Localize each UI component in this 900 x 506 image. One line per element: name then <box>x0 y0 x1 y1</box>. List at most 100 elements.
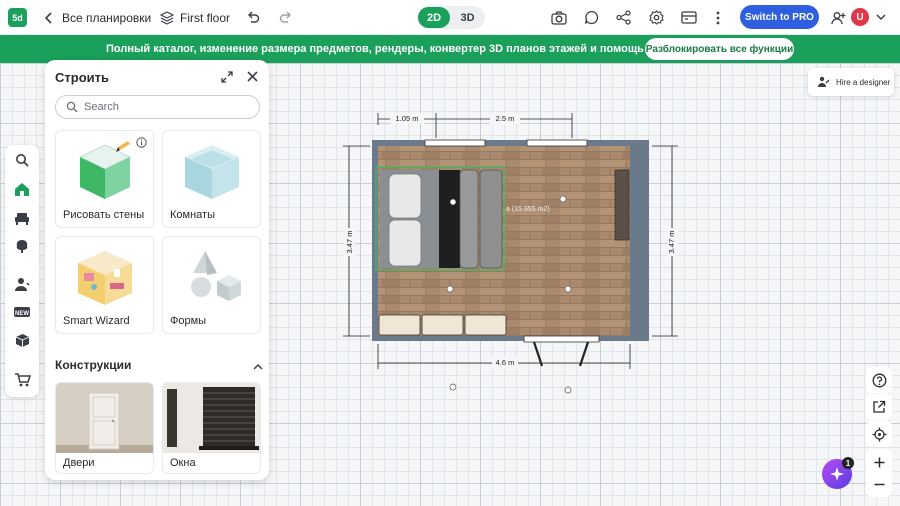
undo-button[interactable] <box>246 0 260 35</box>
promo-banner: Полный каталог, изменение размера предме… <box>0 35 900 63</box>
chat-button[interactable] <box>584 0 599 35</box>
app-logo[interactable]: 5d <box>8 8 27 27</box>
dim-right-label: 3.47 m <box>667 231 676 254</box>
doors-card[interactable]: Двери <box>55 382 154 474</box>
smart-wizard-card[interactable]: Smart Wizard <box>55 236 154 334</box>
invite-user-button[interactable] <box>831 0 846 35</box>
floor-selector[interactable]: First floor <box>160 0 230 35</box>
card-label: Smart Wizard <box>63 315 130 327</box>
draw-walls-illustration <box>79 141 131 199</box>
open-external-button[interactable] <box>866 394 892 420</box>
chevron-down-icon <box>876 14 886 21</box>
dim-bottom-label: 4.6 m <box>496 358 515 367</box>
expand-panel-button[interactable] <box>221 71 233 86</box>
window-bottom[interactable] <box>523 335 600 343</box>
tree-icon <box>15 239 29 254</box>
sidebar-people[interactable] <box>11 273 33 295</box>
redo-icon <box>279 11 293 25</box>
pillow-top[interactable] <box>388 173 422 219</box>
zoom-out-button[interactable] <box>866 471 892 497</box>
promo-text: Полный каталог, изменение размера предме… <box>106 43 663 55</box>
more-button[interactable] <box>716 0 720 35</box>
wall-handle[interactable] <box>449 383 457 391</box>
account-menu-button[interactable] <box>876 0 886 35</box>
chat-icon <box>584 10 599 25</box>
search-input[interactable] <box>84 99 254 115</box>
sidebar-build[interactable] <box>11 178 33 200</box>
card-label: Рисовать стены <box>63 209 145 221</box>
search-icon <box>66 101 78 113</box>
share-button[interactable] <box>616 0 631 35</box>
selection-handle[interactable] <box>449 198 457 206</box>
view-mode-toggle: 2D 3D <box>417 6 485 29</box>
room-handle[interactable] <box>564 285 572 293</box>
close-icon <box>247 71 258 82</box>
panel-title: Строить <box>55 70 109 85</box>
door-photo <box>56 383 153 453</box>
shapes-card[interactable]: Формы <box>162 236 261 334</box>
help-button[interactable] <box>866 367 892 393</box>
back-icon <box>42 11 56 24</box>
person-icon <box>14 277 30 291</box>
room-area-label: а (15.955 m2) <box>506 206 550 213</box>
cushion-right[interactable] <box>479 169 503 269</box>
unlock-features-button[interactable]: Разблокировать все функции <box>645 38 794 60</box>
floor-label: First floor <box>180 10 231 25</box>
windows-card[interactable]: Окна <box>162 382 261 474</box>
card-label: Двери <box>63 457 95 469</box>
share-icon <box>616 10 631 25</box>
wall-handle[interactable] <box>564 386 572 394</box>
zoom-out-icon <box>874 483 885 486</box>
ticket-icon <box>681 11 697 24</box>
sidebar-shop[interactable] <box>11 368 33 390</box>
view-2d-button[interactable]: 2D <box>418 7 450 28</box>
layers-icon <box>160 10 174 25</box>
cushion-left[interactable] <box>459 169 479 269</box>
ticket-button[interactable] <box>681 0 697 35</box>
camera-button[interactable] <box>551 0 567 35</box>
smart-wizard-illustration <box>78 251 132 305</box>
room-handle[interactable] <box>559 195 567 203</box>
locate-icon <box>872 427 887 442</box>
zoom-in-icon <box>874 457 885 468</box>
info-icon[interactable] <box>136 137 147 151</box>
user-avatar[interactable]: U <box>851 8 869 26</box>
sidebar-new[interactable]: NEW <box>11 301 33 323</box>
sidebar-exterior[interactable] <box>11 235 33 257</box>
sidebar-furniture[interactable] <box>11 207 33 229</box>
bench-1[interactable] <box>378 314 421 336</box>
back-to-plans-button[interactable]: Все планировки <box>42 0 151 35</box>
locate-button[interactable] <box>866 421 892 447</box>
wall-cabinet[interactable] <box>614 169 630 241</box>
sidebar-search[interactable] <box>11 149 33 171</box>
hire-designer-button[interactable]: Hire a designer <box>808 68 894 96</box>
new-badge-icon: NEW <box>14 306 30 318</box>
undo-icon <box>246 11 260 25</box>
view-3d-button[interactable]: 3D <box>451 7 484 28</box>
pillow-bottom[interactable] <box>388 219 422 267</box>
svg-text:NEW: NEW <box>15 311 29 317</box>
sparkle-icon <box>829 466 845 482</box>
bench-3[interactable] <box>464 314 507 336</box>
hire-designer-label: Hire a designer <box>836 77 891 87</box>
close-panel-button[interactable] <box>247 71 258 85</box>
settings-button[interactable] <box>649 0 664 35</box>
draw-walls-card[interactable]: Рисовать стены <box>55 130 154 228</box>
door-swing <box>532 341 590 367</box>
window-top-left[interactable] <box>424 139 486 147</box>
rooms-card[interactable]: Комнаты <box>162 130 261 228</box>
bench-2[interactable] <box>421 314 464 336</box>
sidebar-products[interactable] <box>11 329 33 351</box>
panel-search <box>55 95 260 119</box>
collapse-section-button[interactable] <box>253 359 263 373</box>
switch-to-pro-button[interactable]: Switch to PRO <box>740 5 819 29</box>
add-user-icon <box>831 11 846 25</box>
window-photo <box>163 383 260 453</box>
home-icon <box>14 182 30 197</box>
room-handle[interactable] <box>446 285 454 293</box>
build-panel: Строить Рисовать стены Комнат <box>45 60 269 480</box>
redo-button[interactable] <box>279 0 293 35</box>
box-icon <box>15 333 30 348</box>
dark-blanket[interactable] <box>439 170 460 268</box>
window-top-right[interactable] <box>526 139 588 147</box>
